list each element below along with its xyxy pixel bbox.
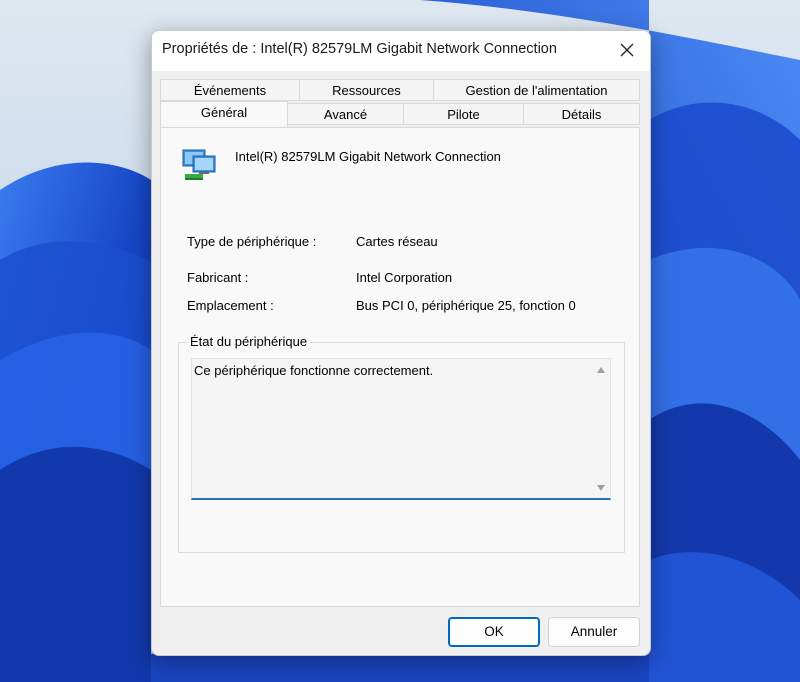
tab-label: Pilote	[447, 107, 480, 122]
general-tab-panel: Intel(R) 82579LM Gigabit Network Connect…	[160, 127, 640, 607]
scroll-up-icon[interactable]	[597, 367, 605, 373]
cancel-button[interactable]: Annuler	[548, 617, 640, 647]
close-button[interactable]	[604, 31, 650, 69]
tab-avance[interactable]: Avancé	[287, 103, 404, 125]
ok-button[interactable]: OK	[448, 617, 540, 647]
device-status-text: Ce périphérique fonctionne correctement.	[194, 363, 434, 378]
device-status-title: État du périphérique	[187, 334, 311, 349]
tab-gestion-alimentation[interactable]: Gestion de l'alimentation	[433, 79, 640, 101]
tab-label: Général	[200, 105, 248, 120]
manufacturer-value: Intel Corporation	[356, 270, 453, 285]
tab-pilote[interactable]: Pilote	[403, 103, 524, 125]
tab-evenements[interactable]: Événements	[160, 79, 300, 101]
close-icon	[620, 43, 634, 57]
properties-dialog: Propriétés de : Intel(R) 82579LM Gigabit…	[151, 30, 651, 656]
tab-ressources[interactable]: Ressources	[299, 79, 434, 101]
network-adapter-icon	[182, 149, 216, 180]
device-status-textbox[interactable]: Ce périphérique fonctionne correctement.	[191, 358, 611, 500]
tab-label: Événements	[193, 83, 267, 98]
tab-label: Gestion de l'alimentation	[465, 83, 608, 98]
manufacturer-label: Fabricant :	[187, 270, 249, 285]
device-type-value: Cartes réseau	[356, 234, 438, 249]
title-bar: Propriétés de : Intel(R) 82579LM Gigabit…	[152, 31, 650, 71]
window-title: Propriétés de : Intel(R) 82579LM Gigabit…	[162, 41, 557, 57]
location-label: Emplacement :	[187, 298, 274, 313]
tab-label: Détails	[561, 107, 602, 122]
location-value: Bus PCI 0, périphérique 25, fonction 0	[356, 298, 576, 313]
device-type-label: Type de périphérique :	[187, 234, 317, 249]
device-status-group: État du périphérique Ce périphérique fon…	[178, 334, 625, 553]
tab-label: Avancé	[323, 107, 368, 122]
tab-general[interactable]: Général	[160, 101, 288, 127]
tab-label: Ressources	[332, 83, 401, 98]
device-name: Intel(R) 82579LM Gigabit Network Connect…	[235, 149, 501, 164]
scroll-down-icon[interactable]	[597, 485, 605, 491]
status-scrollbar[interactable]	[593, 359, 610, 499]
tab-details[interactable]: Détails	[523, 103, 640, 125]
